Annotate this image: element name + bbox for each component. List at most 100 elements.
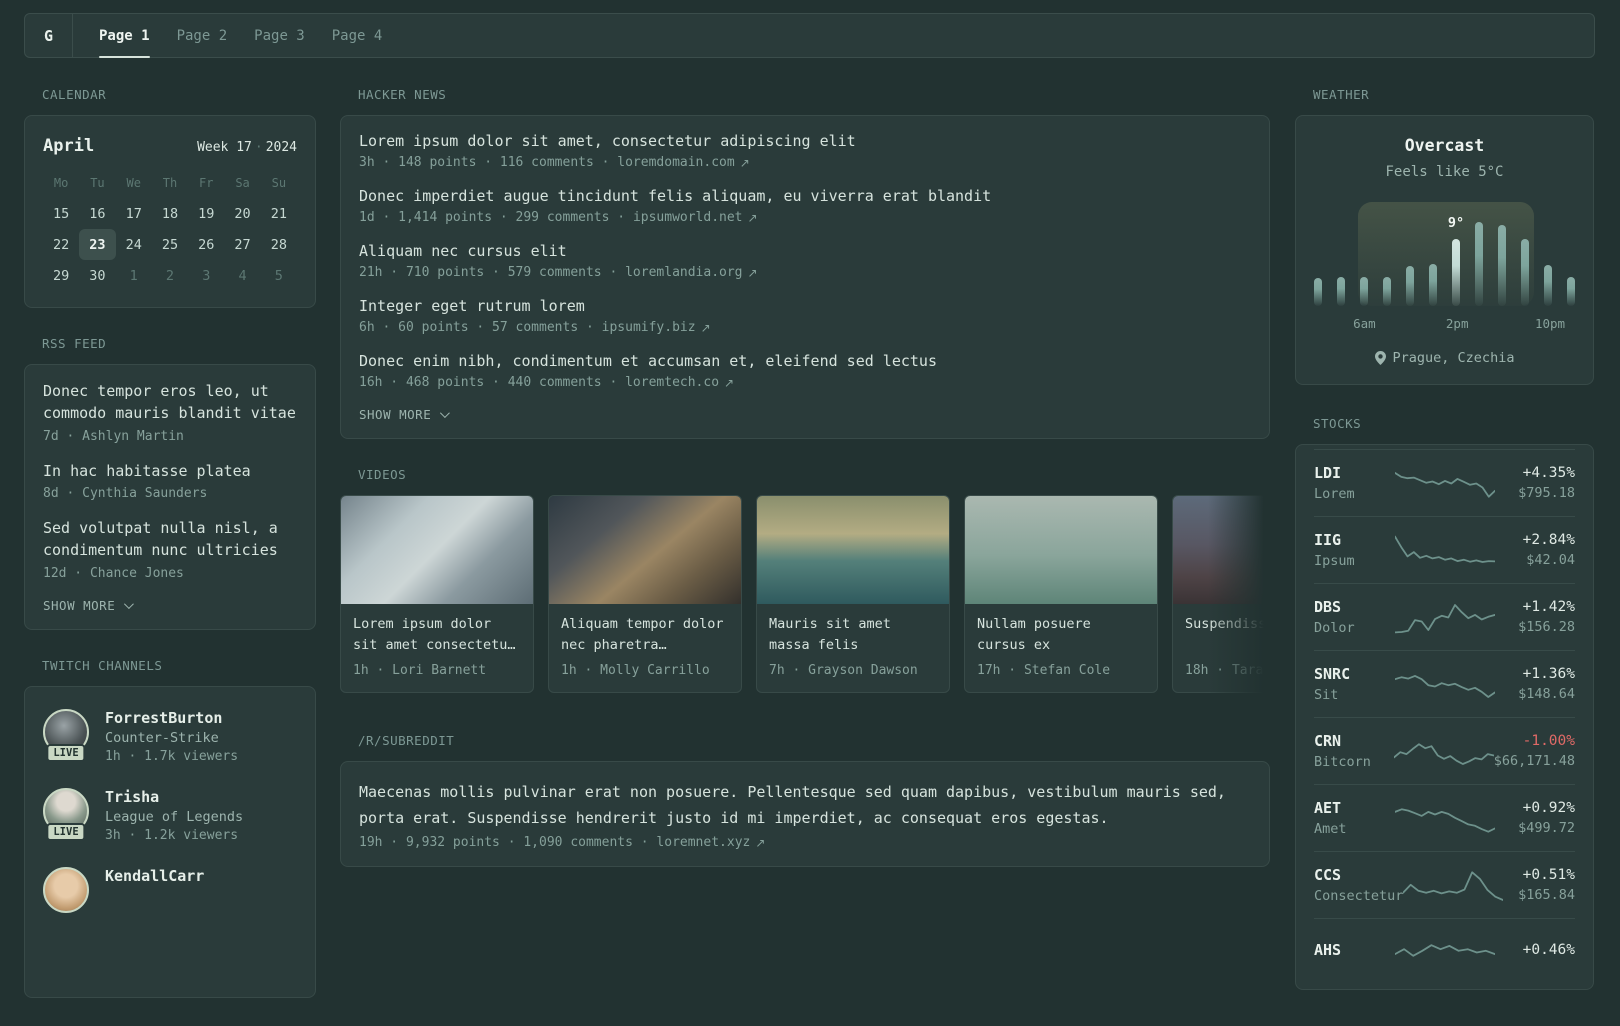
stock-sparkline bbox=[1394, 674, 1495, 698]
stock-values: +0.46% bbox=[1495, 942, 1575, 962]
stock-row[interactable]: CRN Bitcorn -1.00% $66,171.48 bbox=[1314, 717, 1575, 784]
page-tab[interactable]: Page 2 bbox=[177, 14, 228, 57]
hn-show-more-button[interactable]: SHOW MORE bbox=[359, 407, 1251, 422]
external-link-icon: ↗ bbox=[700, 320, 711, 335]
calendar-day: 24 bbox=[125, 236, 142, 253]
video-title-link[interactable]: Lorem ipsum dolor sit amet consectetu… bbox=[353, 614, 521, 656]
page-tab[interactable]: Page 3 bbox=[254, 14, 305, 57]
calendar-day: 26 bbox=[198, 236, 215, 253]
stock-change: +2.84% bbox=[1522, 532, 1575, 548]
hn-title-link[interactable]: Lorem ipsum dolor sit amet, consectetur … bbox=[359, 132, 1251, 150]
video-thumbnail[interactable] bbox=[1173, 496, 1270, 604]
channel-name-link[interactable]: ForrestBurton bbox=[105, 709, 238, 727]
stock-row[interactable]: CCS Consectetur +0.51% $165.84 bbox=[1314, 851, 1575, 918]
subreddit-post-title-link[interactable]: Maecenas mollis pulvinar erat non posuer… bbox=[359, 780, 1251, 831]
video-card[interactable]: Aliquam tempor dolor nec pharetra… 1h · … bbox=[548, 495, 742, 693]
video-card[interactable]: Nullam posuere cursus ex 17h · Stefan Co… bbox=[964, 495, 1158, 693]
stock-symbol: AHS bbox=[1314, 941, 1342, 959]
stock-price: $42.04 bbox=[1526, 552, 1575, 568]
calendar-weekday: Tu bbox=[90, 176, 105, 190]
channel-name-link[interactable]: Trisha bbox=[105, 788, 243, 806]
subreddit-domain-link[interactable]: loremnet.xyz ↗ bbox=[656, 835, 765, 850]
video-thumbnail[interactable] bbox=[549, 496, 741, 604]
stock-change: +1.36% bbox=[1522, 666, 1575, 682]
stock-change: +0.46% bbox=[1522, 942, 1575, 958]
rss-title-link[interactable]: Sed volutpat nulla nisl, a condimentum n… bbox=[43, 518, 297, 562]
hn-meta-text: 3h · 148 points · 116 comments · bbox=[359, 155, 618, 170]
hn-item: Integer eget rutrum lorem 6h · 60 points… bbox=[359, 297, 1251, 335]
stock-identity: LDI Lorem bbox=[1314, 464, 1395, 502]
calendar-day: 19 bbox=[198, 205, 215, 222]
stock-row[interactable]: AET Amet +0.92% $499.72 bbox=[1314, 784, 1575, 851]
hn-domain-link[interactable]: ipsumworld.net ↗ bbox=[633, 210, 758, 225]
twitch-channel-row[interactable]: LIVE KendallCarr bbox=[43, 866, 297, 913]
video-title-link[interactable]: Suspendisse diam bbox=[1185, 614, 1270, 656]
video-thumbnail[interactable] bbox=[757, 496, 949, 604]
video-title-link[interactable]: Mauris sit amet massa felis bbox=[769, 614, 937, 656]
section-label-twitch: TWITCH CHANNELS bbox=[42, 657, 163, 673]
weather-bar-slot bbox=[1429, 264, 1437, 306]
hn-title-link[interactable]: Aliquam nec cursus elit bbox=[359, 242, 1251, 260]
calendar-month: April bbox=[43, 136, 95, 156]
hn-domain-link[interactable]: loremtech.co ↗ bbox=[625, 375, 734, 390]
twitch-channel-row[interactable]: LIVE Trisha League of Legends 3h · 1.2k … bbox=[43, 787, 297, 843]
video-card[interactable]: Mauris sit amet massa felis 7h · Grayson… bbox=[756, 495, 950, 693]
video-card[interactable]: Suspendisse diam 18h · Tara bbox=[1172, 495, 1270, 693]
stock-identity: SNRC Sit bbox=[1314, 665, 1395, 703]
hn-domain-link[interactable]: ipsumify.biz ↗ bbox=[602, 320, 711, 335]
stock-name: Ipsum bbox=[1314, 553, 1355, 569]
video-title-link[interactable]: Aliquam tempor dolor nec pharetra… bbox=[561, 614, 729, 656]
stock-sparkline bbox=[1394, 471, 1495, 498]
live-badge: LIVE bbox=[46, 743, 86, 762]
calendar-day: 22 bbox=[53, 236, 70, 253]
video-title-link[interactable]: Nullam posuere cursus ex bbox=[977, 614, 1145, 656]
hn-meta: 3h · 148 points · 116 comments · loremdo… bbox=[359, 155, 1251, 170]
calendar-header: April Week 17 · 2024 bbox=[43, 136, 297, 156]
calendar-day: 5 bbox=[274, 267, 283, 284]
calendar-day: 30 bbox=[89, 267, 106, 284]
hn-title-link[interactable]: Donec enim nibh, condimentum et accumsan… bbox=[359, 352, 1251, 370]
stock-identity: CRN Bitcorn bbox=[1314, 732, 1394, 770]
weather-bar-slot bbox=[1567, 277, 1575, 306]
stock-name: Bitcorn bbox=[1314, 754, 1371, 770]
stock-values: +2.84% $42.04 bbox=[1495, 532, 1575, 568]
rss-show-more-button[interactable]: SHOW MORE bbox=[43, 598, 297, 613]
hn-domain-link[interactable]: loremlandia.org ↗ bbox=[625, 265, 757, 280]
hn-domain-link[interactable]: loremdomain.com ↗ bbox=[617, 155, 749, 170]
hn-title-link[interactable]: Integer eget rutrum lorem bbox=[359, 297, 1251, 315]
stock-price: $66,171.48 bbox=[1493, 753, 1575, 769]
rss-title-link[interactable]: In hac habitasse platea bbox=[43, 461, 297, 483]
stock-name: Sit bbox=[1314, 687, 1339, 703]
stock-row[interactable]: IIG Ipsum +2.84% $42.04 bbox=[1314, 516, 1575, 583]
weather-location-text: Prague, Czechia bbox=[1392, 350, 1515, 366]
calendar-day: 20 bbox=[234, 205, 251, 222]
video-thumbnail[interactable] bbox=[341, 496, 533, 604]
stock-values: +0.92% $499.72 bbox=[1495, 800, 1575, 836]
weather-bar-slot bbox=[1383, 277, 1391, 306]
calendar-day: 28 bbox=[270, 236, 287, 253]
page-tab[interactable]: Page 1 bbox=[99, 14, 150, 58]
rss-title-link[interactable]: Donec tempor eros leo, ut commodo mauris… bbox=[43, 381, 297, 425]
rss-item: In hac habitasse platea 8d · Cynthia Sau… bbox=[43, 461, 297, 502]
stock-row[interactable]: DBS Dolor +1.42% $156.28 bbox=[1314, 583, 1575, 650]
app-logo[interactable]: G bbox=[25, 14, 73, 57]
hn-meta: 6h · 60 points · 57 comments · ipsumify.… bbox=[359, 320, 1251, 335]
channel-name-link[interactable]: KendallCarr bbox=[105, 867, 204, 885]
page-tab[interactable]: Page 4 bbox=[332, 14, 383, 57]
hn-domain-text: ipsumify.biz bbox=[601, 320, 696, 335]
external-link-icon: ↗ bbox=[724, 375, 735, 390]
stock-row[interactable]: SNRC Sit +1.36% $148.64 bbox=[1314, 650, 1575, 717]
video-thumbnail[interactable] bbox=[965, 496, 1157, 604]
calendar-day: 27 bbox=[234, 236, 251, 253]
twitch-channel-row[interactable]: LIVE ForrestBurton Counter-Strike 1h · 1… bbox=[43, 708, 297, 764]
external-link-icon: ↗ bbox=[739, 155, 750, 170]
hn-title-link[interactable]: Donec imperdiet augue tincidunt felis al… bbox=[359, 187, 1251, 205]
video-card[interactable]: Lorem ipsum dolor sit amet consectetu… 1… bbox=[340, 495, 534, 693]
stock-row[interactable]: LDI Lorem +4.35% $795.18 bbox=[1314, 449, 1575, 516]
chevron-down-icon bbox=[124, 598, 135, 609]
show-more-label: SHOW MORE bbox=[43, 597, 116, 613]
weather-bar-slot bbox=[1475, 222, 1483, 306]
weather-condition: Overcast bbox=[1404, 136, 1485, 155]
stock-row[interactable]: AHS +0.46% bbox=[1314, 918, 1575, 985]
video-meta: 1h · Molly Carrillo bbox=[561, 663, 710, 678]
